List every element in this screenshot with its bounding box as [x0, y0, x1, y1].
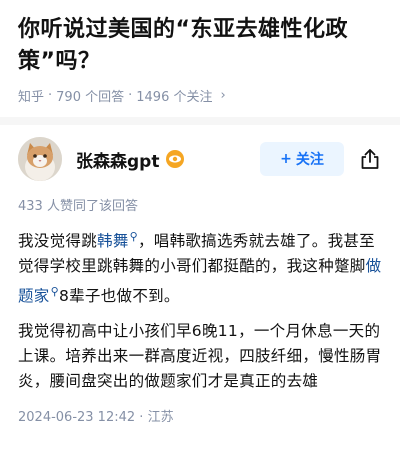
section-divider	[0, 117, 400, 125]
meta-separator: ·	[139, 410, 144, 426]
follow-label: 关注	[295, 152, 324, 168]
timestamp: 2024-06-23 12:42	[18, 410, 136, 426]
answer-card: 张森森gpt + 关注 433 人赞同了该回答 我没觉得跳韩舞⚲，唱韩歌搞选秀就…	[0, 125, 400, 425]
question-meta[interactable]: 知乎 · 790 个回答 · 1496 个关注 ›	[18, 86, 382, 105]
ip-location: 江苏	[147, 410, 174, 426]
plus-icon: +	[280, 151, 292, 167]
follow-button[interactable]: + 关注	[260, 142, 344, 176]
search-icon: ⚲	[129, 230, 138, 243]
author-name[interactable]: 张森森gpt	[76, 147, 159, 172]
cat-avatar-icon	[18, 137, 62, 181]
meta-separator: ·	[48, 88, 53, 103]
text-segment: 我没觉得跳	[18, 232, 98, 251]
question-title[interactable]: 你听说过美国的“东亚去雄性化政策”吗？	[18, 14, 382, 78]
keyword-link[interactable]: 韩舞	[97, 232, 129, 250]
vote-count: 433 人赞同了该回答	[18, 199, 138, 214]
answer-footer: 2024-06-23 12:42 · 江苏	[18, 406, 382, 425]
chevron-right-icon: ›	[220, 88, 226, 103]
text-segment: 8辈子也做不到。	[58, 287, 180, 306]
answer-count: 790 个回答	[56, 90, 125, 105]
search-icon: ⚲	[50, 285, 59, 299]
follower-count: 1496 个关注	[136, 90, 213, 105]
question-header: 你听说过美国的“东亚去雄性化政策”吗？ 知乎 · 790 个回答 · 1496 …	[0, 0, 400, 105]
answer-paragraph: 我没觉得跳韩舞⚲，唱韩歌搞选秀就去雄了。我甚至觉得学校里跳韩舞的小哥们都挺酷的，…	[18, 224, 382, 309]
avatar[interactable]	[18, 137, 62, 181]
share-icon	[361, 149, 379, 169]
answer-paragraph: 我觉得初高中让小孩们早6晚11，一个月休息一天的上课。培养出来一群高度近视，四肢…	[18, 322, 382, 391]
source-label: 知乎	[18, 90, 45, 105]
author-row: 张森森gpt + 关注	[18, 137, 382, 181]
eye-badge-icon	[166, 150, 185, 168]
share-button[interactable]	[358, 147, 382, 171]
meta-separator: ·	[128, 88, 133, 103]
